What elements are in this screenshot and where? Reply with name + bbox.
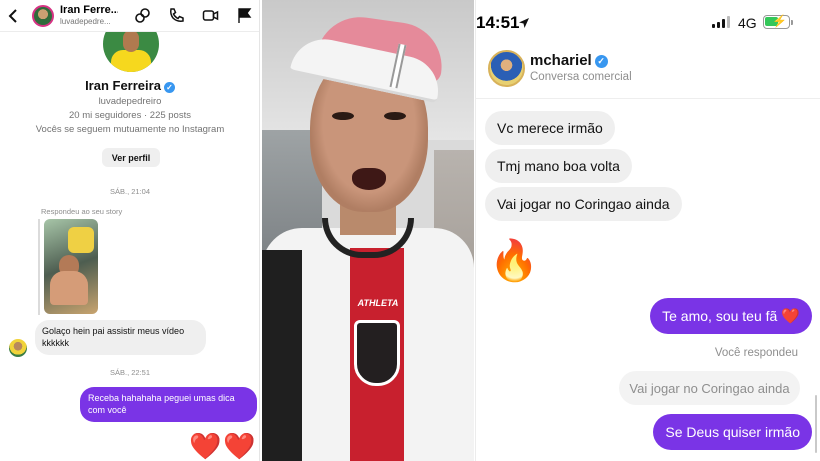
location-arrow-icon (518, 16, 530, 34)
incoming-message[interactable]: Tmj mano boa volta (485, 149, 632, 183)
verified-icon: ✓ (163, 82, 175, 93)
right-dm-panel: 14:51 4G ⚡ mchariel ✓ Conversa comercial … (475, 0, 820, 461)
status-time: 14:51 (476, 13, 520, 32)
link-icon[interactable] (134, 7, 151, 24)
back-icon[interactable] (0, 0, 26, 32)
shirt-brand: ATHLETA (357, 298, 399, 308)
verified-icon: ✓ (594, 55, 608, 68)
reply-label: Você respondeu (714, 347, 798, 359)
signal-icon (712, 16, 730, 28)
flag-icon[interactable] (236, 7, 253, 24)
profile-stats: 20 mi seguidores · 225 posts (69, 110, 191, 121)
heart-emoji: ❤️ (781, 308, 800, 325)
header-name: Iran Ferre... (60, 4, 118, 16)
header-identity[interactable]: Iran Ferre... luvadepedre... (60, 5, 118, 27)
heart-reaction[interactable]: ❤️❤️ (189, 431, 258, 461)
timestamp: SÁB., 21:04 (109, 187, 151, 196)
battery-icon: ⚡ (763, 14, 793, 29)
status-bar: 14:51 4G ⚡ (476, 0, 820, 40)
avatar[interactable] (32, 4, 54, 27)
profile-name: Iran Ferreira ✓ (0, 78, 259, 93)
reply-bar (38, 219, 40, 315)
story-reply-label: Respondeu ao seu story (41, 207, 123, 216)
story-thumbnail[interactable] (44, 219, 98, 314)
avatar[interactable] (488, 50, 525, 87)
outgoing-message[interactable]: Se Deus quiser irmão (653, 414, 812, 450)
header-username: luvadepedre... (60, 16, 111, 26)
quoted-message[interactable]: Vai jogar no Coringao ainda (619, 371, 800, 405)
profile-username: luvadepedreiro (98, 96, 162, 107)
chat-title[interactable]: mchariel ✓ (530, 52, 608, 69)
timestamp: SÁB., 22:51 (109, 368, 151, 377)
phone-icon[interactable] (168, 7, 185, 24)
left-dm-panel: Iran Ferre... luvadepedre... Iran Ferrei… (0, 0, 260, 461)
scrollbar[interactable] (815, 395, 817, 453)
fire-emoji-message[interactable]: 🔥 (489, 238, 539, 284)
club-crest (354, 320, 400, 386)
view-profile-button[interactable]: Ver perfil (102, 148, 160, 167)
avatar[interactable] (9, 339, 27, 357)
video-icon[interactable] (202, 7, 219, 24)
profile-mutual-note: Vocês se seguem mutuamente no Instagram (35, 124, 225, 135)
incoming-message[interactable]: Vc merece irmão (485, 111, 615, 145)
outgoing-message[interactable]: Te amo, sou teu fã ❤️ (650, 298, 812, 334)
outgoing-message[interactable]: Receba hahahaha peguei umas dica com voc… (80, 387, 257, 422)
network-label: 4G (738, 15, 757, 31)
incoming-message[interactable]: Vai jogar no Coringao ainda (485, 187, 682, 221)
chat-header: Iran Ferre... luvadepedre... (0, 0, 259, 32)
chat-subtitle: Conversa comercial (530, 71, 632, 83)
incoming-message[interactable]: Golaço hein pai assistir meus vídeo kkkk… (35, 320, 206, 355)
photo-panel: ATHLETA (262, 0, 474, 461)
